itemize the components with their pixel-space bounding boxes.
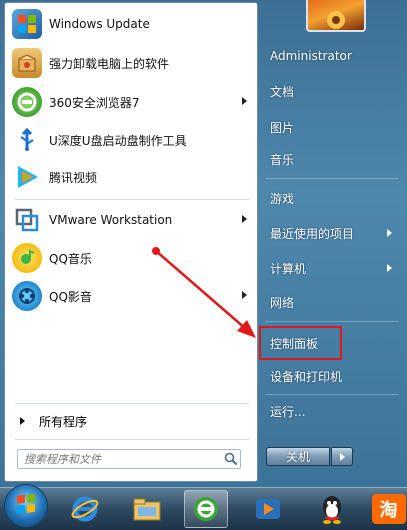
qq-icon[interactable] bbox=[310, 490, 354, 528]
chevron-right-icon bbox=[339, 452, 345, 461]
program-label: U深度U盘启动盘制作工具 bbox=[49, 133, 187, 148]
360-browser-icon bbox=[12, 87, 42, 117]
program-qq-player[interactable]: QQ影音 bbox=[7, 278, 253, 314]
divider bbox=[15, 439, 249, 440]
right-item-label: 设备和打印机 bbox=[270, 369, 343, 384]
divider bbox=[265, 394, 399, 395]
program-usb-tool[interactable]: U深度U盘启动盘制作工具 bbox=[7, 122, 253, 158]
all-programs-button[interactable]: 所有程序 bbox=[7, 407, 253, 435]
file-explorer-icon[interactable] bbox=[125, 490, 169, 528]
program-360-browser[interactable]: 360安全浏览器7 bbox=[7, 84, 253, 120]
all-programs-label: 所有程序 bbox=[39, 414, 88, 429]
program-vmware[interactable]: VMware Workstation bbox=[7, 202, 253, 238]
program-label: 强力卸载电脑上的软件 bbox=[49, 56, 170, 71]
divider bbox=[15, 199, 249, 200]
vmware-icon bbox=[12, 205, 42, 235]
submenu-arrow-icon bbox=[242, 291, 247, 299]
start-menu: Windows Update 强力卸载电脑上的软件 360安全浏览器7 U深度U… bbox=[0, 0, 407, 487]
expand-arrow-icon bbox=[20, 417, 25, 425]
right-item-label: 网络 bbox=[270, 295, 295, 310]
taskbar: 淘 bbox=[0, 484, 407, 530]
right-item-label: 运行... bbox=[270, 404, 306, 419]
program-label: 360安全浏览器7 bbox=[49, 95, 140, 110]
shutdown-options-button[interactable] bbox=[331, 447, 353, 466]
program-label: Windows Update bbox=[49, 17, 150, 31]
search-box[interactable] bbox=[17, 449, 241, 469]
usb-tool-icon bbox=[12, 125, 42, 155]
program-windows-update[interactable]: Windows Update bbox=[7, 6, 253, 42]
internet-explorer-icon[interactable] bbox=[63, 490, 107, 528]
360-browser-icon[interactable] bbox=[184, 490, 228, 528]
programs-pane: Windows Update 强力卸载电脑上的软件 360安全浏览器7 U深度U… bbox=[4, 2, 258, 482]
program-label: QQ影音 bbox=[49, 289, 92, 304]
submenu-arrow-icon bbox=[242, 97, 247, 105]
user-name[interactable]: Administrator bbox=[262, 42, 398, 70]
program-tencent-video[interactable]: 腾讯视频 bbox=[7, 159, 253, 195]
submenu-arrow-icon bbox=[387, 264, 392, 272]
tencent-video-icon[interactable] bbox=[246, 490, 290, 528]
taobao-label: 淘 bbox=[371, 494, 406, 524]
uninstaller-box-icon bbox=[12, 48, 42, 78]
right-item-recent-items[interactable]: 最近使用的项目 bbox=[262, 219, 398, 247]
program-label: QQ音乐 bbox=[49, 251, 92, 266]
program-label: VMware Workstation bbox=[49, 213, 173, 227]
right-item-label: 文档 bbox=[270, 84, 295, 99]
submenu-arrow-icon bbox=[242, 215, 247, 223]
right-item-label: 游戏 bbox=[270, 191, 295, 206]
right-item-label: 计算机 bbox=[270, 261, 307, 276]
shutdown-label: 关机 bbox=[285, 450, 310, 464]
divider bbox=[265, 178, 399, 179]
right-item-pictures[interactable]: 图片 bbox=[262, 113, 398, 141]
right-item-label: 音乐 bbox=[270, 152, 295, 167]
right-item-label: 最近使用的项目 bbox=[270, 226, 355, 241]
search-icon[interactable] bbox=[222, 450, 240, 468]
right-item-devices-printers[interactable]: 设备和打印机 bbox=[262, 362, 398, 390]
tencent-video-icon bbox=[12, 162, 42, 192]
divider bbox=[15, 403, 249, 404]
right-item-documents[interactable]: 文档 bbox=[262, 77, 398, 105]
right-item-computer[interactable]: 计算机 bbox=[262, 254, 398, 282]
start-orb[interactable] bbox=[4, 484, 48, 528]
qq-player-icon bbox=[12, 281, 42, 311]
control-panel-highlight-box bbox=[259, 326, 342, 360]
search-input[interactable] bbox=[18, 451, 222, 467]
right-item-games[interactable]: 游戏 bbox=[262, 184, 398, 212]
shutdown-button[interactable]: 关机 bbox=[266, 447, 330, 466]
windows-update-icon bbox=[12, 9, 42, 39]
divider bbox=[265, 321, 399, 322]
program-qq-music[interactable]: QQ音乐 bbox=[7, 240, 253, 276]
submenu-arrow-icon bbox=[387, 229, 392, 237]
right-item-label: 图片 bbox=[270, 120, 295, 135]
program-uninstaller[interactable]: 强力卸载电脑上的软件 bbox=[7, 45, 253, 81]
program-label: 腾讯视频 bbox=[49, 170, 98, 185]
user-name-label: Administrator bbox=[270, 49, 352, 63]
qq-music-icon bbox=[12, 243, 42, 273]
right-item-run[interactable]: 运行... bbox=[262, 397, 398, 425]
user-avatar[interactable] bbox=[306, 0, 366, 32]
right-item-network[interactable]: 网络 bbox=[262, 288, 398, 316]
right-item-music[interactable]: 音乐 bbox=[262, 145, 398, 173]
taobao-icon[interactable]: 淘 bbox=[370, 490, 407, 528]
